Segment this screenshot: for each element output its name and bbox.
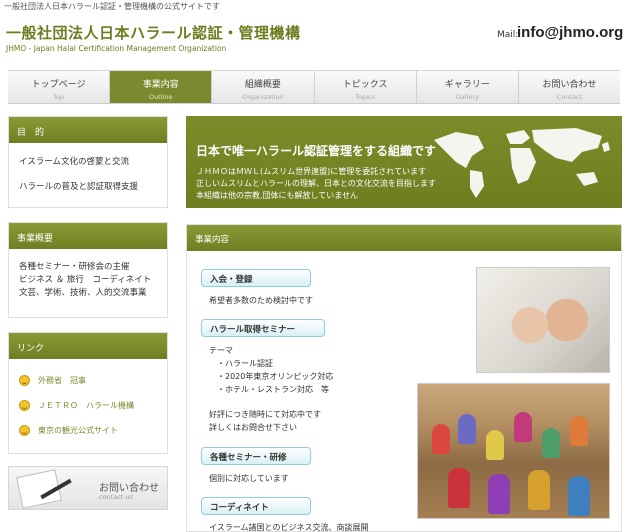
link-mofa[interactable]: 外務省 冠事	[19, 373, 157, 388]
hero-title: 日本で唯一ハラール認証管理をする組織です	[196, 144, 437, 158]
link-jetro[interactable]: ＪＥＴＲＯ ハラール機構	[19, 398, 157, 413]
section-text: 詳しくはお問合せ下さい	[209, 423, 297, 432]
smiley-icon	[19, 425, 30, 436]
nav-item-contact[interactable]: お問い合わせ Contact	[519, 71, 620, 103]
business-line: 文芸、学術、技術、人的交流事業	[19, 288, 147, 298]
purpose-item: イスラーム文化の啓蒙と交流	[19, 157, 129, 167]
smiley-icon	[19, 375, 30, 386]
business-line: ビジネス ＆ 旅行 コーディネイト	[19, 275, 152, 285]
section-text: テーマ	[209, 346, 233, 355]
link-tokyo-tourism[interactable]: 東京の観光公式サイト	[19, 423, 157, 438]
nav-label: 組織概要	[244, 80, 281, 90]
section-text: ・ハラール認証	[217, 359, 273, 368]
site-title[interactable]: 一般社団法人日本ハラール認証・管理機構	[6, 22, 301, 43]
photo-children-class	[417, 383, 610, 519]
contact-banner-sublabel: contact us	[99, 493, 133, 501]
nav-sublabel: Outline	[149, 93, 173, 101]
section-text: 希望者多数のため検討中です	[209, 296, 313, 305]
hero-line: ＪＨＭＯはＭＷＬ(ムスリム世界連盟)に管理を委託されています	[196, 167, 426, 176]
section-label-seminars: 各種セミナー・研修	[201, 447, 311, 465]
nav-sublabel: Organization	[242, 93, 284, 101]
nav-label: トピックス	[342, 80, 388, 90]
main-content: 事業内容 入会・登録 希望者多数のため検討中です ハラール取得セミナー テーマ …	[186, 224, 622, 532]
nav-label: 事業内容	[142, 80, 179, 90]
hero-banner: 日本で唯一ハラール認証管理をする組織です ＪＨＭＯはＭＷＬ(ムスリム世界連盟)に…	[186, 116, 622, 208]
nav-label: ギャラリー	[444, 80, 490, 90]
photo-girls-hijab	[476, 267, 610, 373]
nav-sublabel: Topics	[355, 93, 375, 101]
world-map-icon	[434, 128, 610, 198]
nav-item-organization[interactable]: 組織概要 Organization	[212, 71, 315, 103]
business-line: 各種セミナー・研修会の主催	[19, 262, 130, 272]
main-heading: 事業内容	[187, 225, 621, 251]
section-label-halal-seminar: ハラール取得セミナー	[201, 319, 325, 337]
main-nav: トップページ Top 事業内容 Outline 組織概要 Organizatio…	[8, 70, 620, 104]
section-text: 好評につき随時にて対応中です	[209, 410, 321, 419]
section-text: 個別に対応しています	[209, 474, 289, 483]
hero-line: 本組織は他の宗教,団体にも解放していません	[196, 191, 359, 200]
site-subtitle: JHMO - Japan Halal Certification Managem…	[6, 44, 227, 53]
nav-sublabel: Contact	[556, 93, 583, 101]
link-label: ＪＥＴＲＯ ハラール機構	[38, 401, 134, 410]
smiley-icon	[19, 400, 30, 411]
nav-label: トップページ	[31, 80, 86, 90]
nav-item-gallery[interactable]: ギャラリー Gallery	[417, 71, 519, 103]
contact-banner-label: お問い合わせ	[99, 483, 159, 494]
sidebar-purpose: 目 的 イスラーム文化の啓蒙と交流 ハラールの普及と認証取得支援	[8, 116, 168, 208]
mail-address-link[interactable]: info@jhmo.org	[517, 24, 623, 41]
link-label: 東京の観光公式サイト	[38, 426, 118, 435]
nav-item-top[interactable]: トップページ Top	[8, 71, 111, 103]
purpose-item: ハラールの普及と認証取得支援	[19, 182, 139, 192]
link-label: 外務省 冠事	[38, 376, 86, 385]
section-text: ・2020年東京オリンピック対応	[217, 372, 334, 381]
section-text: イスラーム諸国とのビジネス交流、商談展開	[209, 523, 369, 532]
nav-label: お問い合わせ	[542, 80, 597, 90]
sidebar-business-heading: 事業概要	[9, 223, 167, 249]
nav-sublabel: Gallery	[455, 93, 479, 101]
nav-sublabel: Top	[53, 93, 65, 101]
section-label-coordinate: コーディネイト	[201, 497, 311, 515]
mail-label: Mail:	[497, 30, 519, 40]
sidebar-purpose-heading: 目 的	[9, 117, 167, 143]
sidebar-business: 事業概要 各種セミナー・研修会の主催 ビジネス ＆ 旅行 コーディネイト 文芸、…	[8, 222, 168, 318]
top-note: 一般社団法人日本ハラール認証・管理機構の公式サイトです	[4, 2, 220, 11]
nav-item-outline[interactable]: 事業内容 Outline	[110, 71, 213, 103]
nav-item-topics[interactable]: トピックス Topics	[315, 71, 417, 103]
sidebar-links: リンク 外務省 冠事 ＪＥＴＲＯ ハラール機構 東京の観光公式サイト	[8, 332, 168, 454]
sidebar-links-heading: リンク	[9, 333, 167, 359]
hero-line: 正しいムスリムとハラールの理解、日本との文化交流を目指します	[196, 179, 436, 188]
section-label-membership: 入会・登録	[201, 269, 311, 287]
contact-banner[interactable]: お問い合わせ contact us	[8, 466, 168, 510]
section-text: ・ホテル・レストラン対応 等	[217, 385, 329, 394]
